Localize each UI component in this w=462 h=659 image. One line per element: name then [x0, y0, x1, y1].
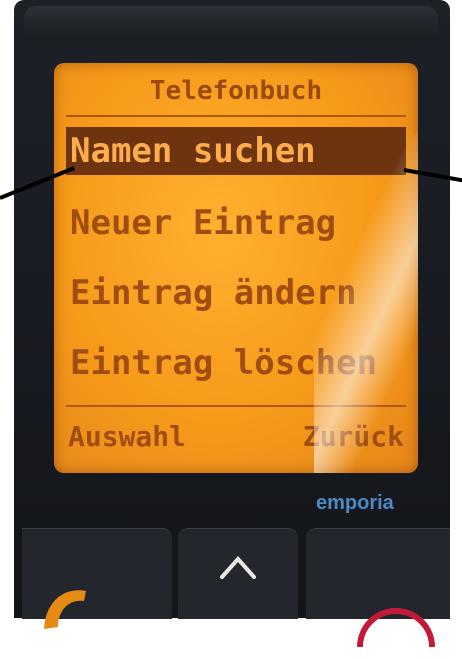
- up-navigation-key[interactable]: [178, 528, 298, 619]
- menu-item-eintrag-aendern[interactable]: Eintrag ändern: [66, 269, 406, 317]
- softkey-zurueck[interactable]: Zurück: [303, 417, 404, 457]
- menu-item-eintrag-loeschen[interactable]: Eintrag löschen: [66, 339, 406, 387]
- phone-handset-icon: [44, 590, 86, 629]
- brand-logo: emporia: [316, 492, 394, 514]
- menu-item-namen-suchen[interactable]: Namen suchen: [66, 127, 406, 175]
- title-divider: [66, 115, 406, 117]
- phone-display: Telefonbuch Namen suchen Neuer Eintrag E…: [54, 63, 418, 473]
- end-call-icon: [357, 608, 435, 647]
- phone-top-rim: [24, 6, 438, 40]
- end-call-key[interactable]: [306, 528, 450, 647]
- softkey-auswahl[interactable]: Auswahl: [68, 417, 186, 457]
- softkey-divider: [66, 405, 406, 407]
- screen-title: Telefonbuch: [149, 76, 323, 106]
- call-key[interactable]: [22, 528, 172, 629]
- chevron-up-icon: [220, 555, 256, 579]
- menu-item-neuer-eintrag[interactable]: Neuer Eintrag: [66, 199, 406, 247]
